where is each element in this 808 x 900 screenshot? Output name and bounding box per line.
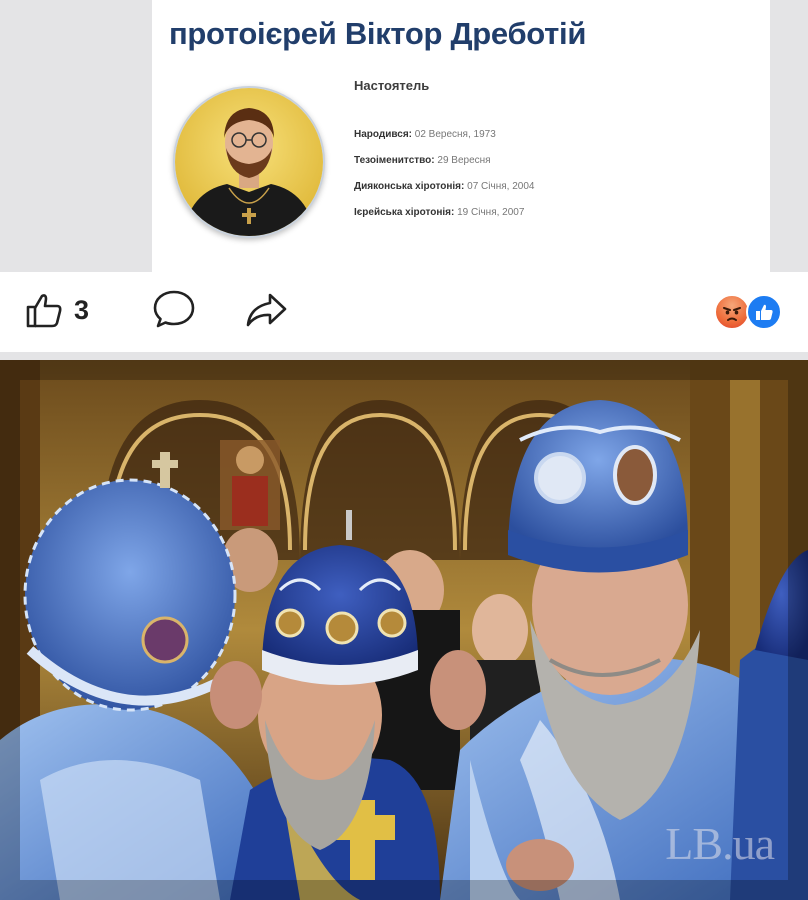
comment-button[interactable] [152,288,196,332]
section-divider [0,352,808,360]
embedded-screenshot: протоієрей Віктор Дреботій Настоятель На… [0,0,808,272]
fact-name-day: Тезоіменитство: 29 Вересня [354,155,491,166]
like-reaction-icon [746,294,782,330]
photo-watermark: LB.ua [665,818,775,869]
speech-bubble-icon [153,290,195,328]
share-arrow-icon [246,293,287,327]
profile-facts: Народився: 02 Вересня, 1973 Тезоіменитст… [354,129,534,233]
fact-birth: Народився: 02 Вересня, 1973 [354,129,496,140]
reaction-summary[interactable] [714,294,784,330]
post-action-bar: 3 [0,272,808,352]
share-button[interactable] [244,288,288,332]
thumbs-up-outline-icon [26,294,62,328]
angry-reaction-icon [714,294,750,330]
portrait-image [175,88,323,236]
profile-role: Настоятель [354,78,430,93]
post-photo[interactable]: LB.ua [0,360,808,900]
like-button[interactable]: 3 [24,288,89,332]
fact-priest-ordination: Ієрейська хіротонія: 19 Січня, 2007 [354,207,525,218]
like-count: 3 [74,294,90,325]
fact-deacon-ordination: Дияконська хіротонія: 07 Січня, 2004 [354,181,535,192]
priest-portrait [173,86,325,238]
profile-card: протоієрей Віктор Дреботій Настоятель На… [152,0,770,272]
profile-title: протоієрей Віктор Дреботій [169,16,587,51]
